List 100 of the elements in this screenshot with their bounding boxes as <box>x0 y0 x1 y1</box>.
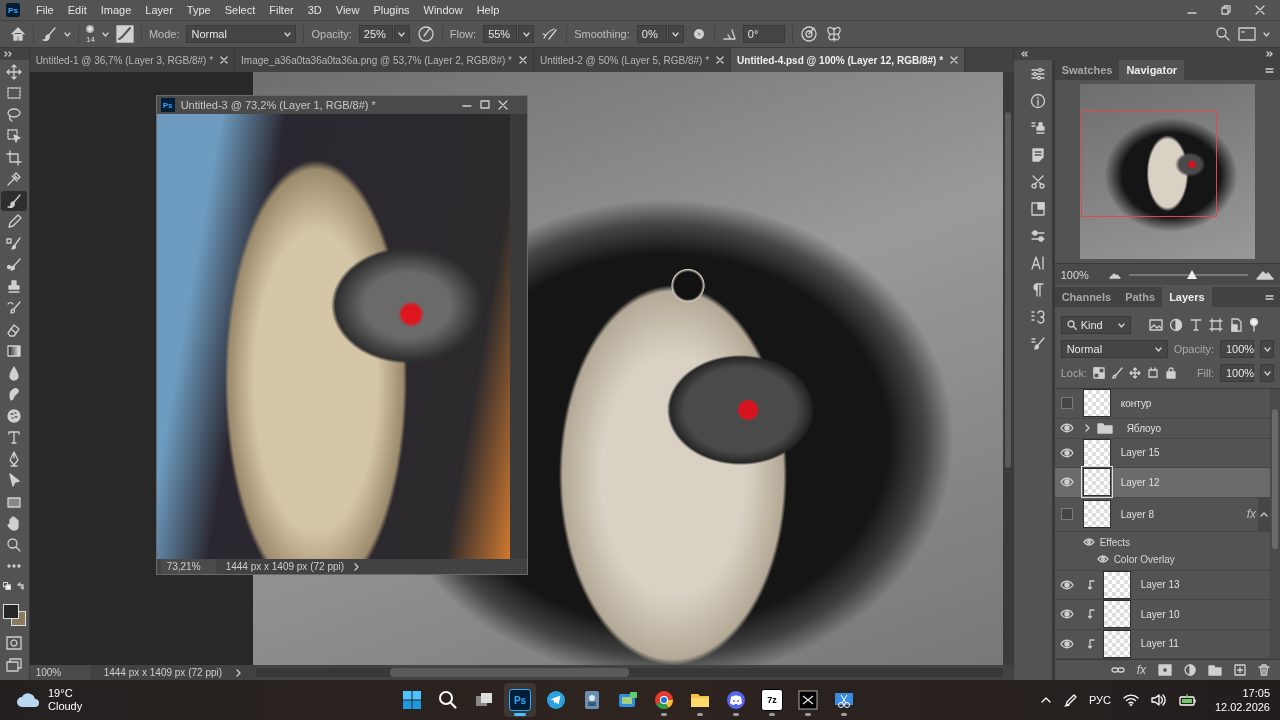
clock-time[interactable]: 17:05 <box>1242 686 1270 700</box>
angle-field[interactable]: 0° <box>742 25 785 43</box>
menu-item[interactable]: 3D <box>301 4 328 16</box>
eye-icon[interactable] <box>1059 477 1074 488</box>
shape-filter-icon[interactable] <box>1208 318 1223 332</box>
menu-item[interactable]: Window <box>417 4 469 16</box>
adjustment-icon[interactable] <box>1184 664 1196 676</box>
mask-icon[interactable] <box>1158 664 1172 676</box>
wifi-icon[interactable] <box>1122 694 1139 706</box>
pressure-opacity-icon[interactable] <box>416 25 435 43</box>
speaker-icon[interactable] <box>1150 694 1167 706</box>
adjustment-filter-icon[interactable] <box>1168 318 1183 332</box>
tab-close-icon[interactable] <box>950 56 959 64</box>
angle-icon[interactable] <box>721 27 736 41</box>
value-field[interactable]: 25% <box>358 25 393 43</box>
workspace-icon[interactable] <box>1238 26 1256 42</box>
value-field[interactable]: 0% <box>636 25 667 43</box>
eye-icon[interactable] <box>1059 447 1074 458</box>
slider-thumb[interactable] <box>1186 269 1197 279</box>
panel-tab[interactable]: Channels <box>1054 287 1119 307</box>
caret-icon[interactable] <box>1263 31 1270 37</box>
glyph-list-icon[interactable] <box>1030 309 1047 325</box>
brush-tip-icon[interactable] <box>86 24 95 33</box>
menu-item[interactable]: Type <box>180 4 217 16</box>
screen-mode-icon[interactable] <box>6 658 23 672</box>
new-layer-icon[interactable] <box>1234 664 1246 676</box>
folder-icon[interactable] <box>1208 664 1222 676</box>
frame-icon[interactable] <box>1030 201 1047 217</box>
document-tab[interactable]: Untitled-4.psd @ 100% (Layer 12, RGB/8#) * <box>731 48 966 72</box>
tab-close-icon[interactable] <box>220 56 229 64</box>
expand-icon[interactable] <box>1266 51 1274 57</box>
filter-toggle-icon[interactable] <box>1248 318 1259 332</box>
scissors-icon[interactable] <box>1030 174 1047 190</box>
layer-row[interactable]: Layer 8 fx <box>1054 497 1270 532</box>
menu-item[interactable]: View <box>329 4 366 16</box>
scrollbar-thumb[interactable] <box>1272 409 1278 549</box>
layer-row[interactable]: Layer 13 <box>1054 570 1270 600</box>
close-icon[interactable] <box>1254 4 1266 16</box>
menu-item[interactable]: Image <box>94 4 138 16</box>
eye-icon[interactable] <box>1082 538 1095 546</box>
trash-icon[interactable] <box>1258 664 1270 676</box>
caret-icon[interactable] <box>64 31 71 37</box>
close-icon[interactable] <box>496 99 509 111</box>
maximize-icon[interactable] <box>478 99 491 111</box>
pen-icon[interactable] <box>1062 693 1077 707</box>
lock-pixels-icon[interactable] <box>1092 367 1105 379</box>
caret-icon[interactable] <box>1263 346 1271 352</box>
menu-item[interactable]: Select <box>218 4 262 16</box>
layer-row[interactable]: Яблоуо <box>1054 418 1270 439</box>
image-filter-icon[interactable] <box>1148 319 1163 331</box>
lock-artboard-icon[interactable] <box>1146 367 1159 379</box>
value-field[interactable]: 55% <box>483 25 518 43</box>
stamp-list-icon[interactable] <box>1030 120 1047 136</box>
brush-icon[interactable] <box>41 26 57 42</box>
restore-icon[interactable] <box>1220 4 1232 16</box>
default-colors-icon[interactable] <box>3 582 12 590</box>
caret-icon[interactable] <box>1263 370 1271 376</box>
caret-icon[interactable] <box>522 31 530 37</box>
layer-row[interactable]: Layer 10 <box>1054 600 1270 630</box>
toggle-sliders-icon[interactable] <box>1030 228 1047 244</box>
mode-dropdown[interactable]: Normal <box>186 25 297 43</box>
menu-item[interactable]: Filter <box>263 4 300 16</box>
smart-object-filter-icon[interactable] <box>1228 318 1243 332</box>
opacity-field[interactable]: 100% <box>1220 340 1254 358</box>
eye-icon[interactable] <box>1096 555 1109 563</box>
swap-arrow-icon[interactable] <box>17 582 26 590</box>
eye-icon[interactable] <box>1059 609 1074 620</box>
chevron-right-icon[interactable] <box>354 562 361 571</box>
info-icon[interactable] <box>1030 93 1047 109</box>
menu-item[interactable]: Edit <box>61 4 93 16</box>
character-panel-icon[interactable] <box>1030 255 1047 271</box>
taskbar-app-button[interactable]: 7z <box>756 683 788 717</box>
tool-button[interactable] <box>1 190 28 211</box>
eye-icon[interactable] <box>1059 579 1074 590</box>
brush-settings-icon[interactable] <box>115 25 134 43</box>
pressure-size-icon[interactable] <box>799 25 818 43</box>
note-icon[interactable] <box>1030 147 1047 163</box>
fill-field[interactable]: 100% <box>1220 364 1254 382</box>
large-mountain-icon[interactable] <box>1256 269 1274 280</box>
view-area-frame[interactable] <box>1080 111 1217 217</box>
search-icon[interactable] <box>1215 26 1231 42</box>
tab-close-icon[interactable] <box>519 56 527 64</box>
keyboard-language[interactable]: РУС <box>1088 694 1111 706</box>
panel-tab[interactable]: Paths <box>1118 287 1163 307</box>
filter-dropdown[interactable]: Kind <box>1060 316 1131 334</box>
panel-menu-icon[interactable] <box>1265 293 1274 301</box>
lock-brush-icon[interactable] <box>1110 367 1123 379</box>
panel-tab[interactable]: Layers <box>1162 287 1212 307</box>
brush-list-icon[interactable] <box>1030 336 1047 352</box>
caret-icon[interactable] <box>101 31 109 37</box>
foreground-color-swatch[interactable] <box>3 604 20 619</box>
type-filter-icon[interactable] <box>1188 318 1203 332</box>
home-icon[interactable] <box>10 26 26 42</box>
menu-item[interactable]: Help <box>470 4 506 16</box>
layer-style-button[interactable]: fx <box>1136 663 1146 677</box>
battery-icon[interactable] <box>1178 694 1197 706</box>
scrollbar-thumb[interactable] <box>1004 112 1011 468</box>
expand-icon[interactable] <box>4 51 12 57</box>
clock-date[interactable]: 12.02.2026 <box>1214 700 1270 714</box>
menu-item[interactable]: File <box>30 4 60 16</box>
